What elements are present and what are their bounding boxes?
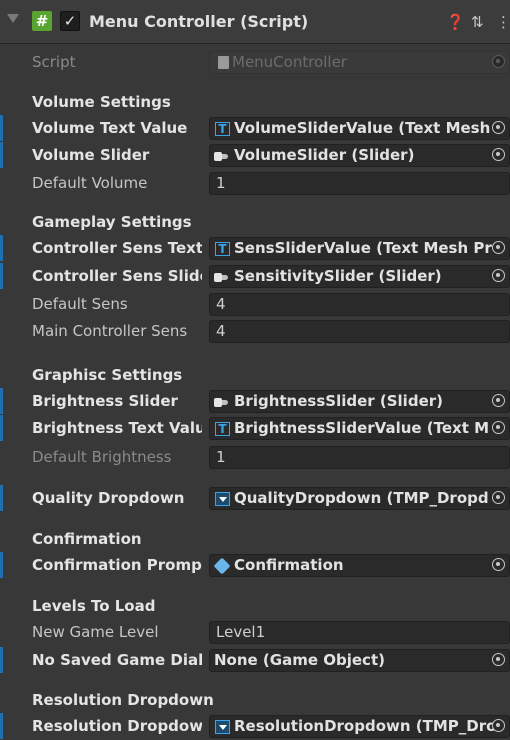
foldout-arrow-icon[interactable] [7, 14, 19, 23]
help-icon[interactable]: ❓ [446, 11, 465, 33]
default-sens-row: Default Sens 4 [0, 291, 510, 317]
resolution-dropdown-field[interactable]: ResolutionDropdown (TMP_Dro [209, 715, 510, 738]
default-sens-label: Default Sens [32, 295, 128, 313]
confirmation-prompt-row: Confirmation Prompt Confirmation [0, 552, 510, 578]
controller-sens-text-label: Controller Sens Text ' [32, 239, 202, 257]
presets-icon[interactable]: ⇅ [471, 11, 484, 33]
text-mesh-icon: T [215, 422, 230, 436]
volume-slider-ref: VolumeSlider (Slider) [234, 146, 415, 164]
controller-sens-slider-row: Controller Sens Slider SensitivitySlider… [0, 263, 510, 289]
resolution-dropdown-label: Resolution Dropdown [32, 717, 202, 735]
controller-sens-text-field[interactable]: T SensSliderValue (Text Mesh Pr [209, 237, 510, 260]
volume-slider-field[interactable]: VolumeSlider (Slider) [209, 144, 510, 167]
volume-text-value-row: Volume Text Value T VolumeSliderValue (T… [0, 115, 510, 141]
script-file-icon [218, 56, 229, 69]
quality-dropdown-ref: QualityDropdown (TMP_Dropd [234, 489, 489, 507]
object-picker-icon[interactable] [492, 558, 505, 571]
volume-slider-label: Volume Slider [32, 146, 150, 164]
new-game-level-label: New Game Level [32, 623, 159, 641]
slider-icon [214, 152, 228, 161]
component-title: Menu Controller (Script) [89, 12, 309, 31]
brightness-slider-field[interactable]: BrightnessSlider (Slider) [209, 390, 510, 413]
no-saved-game-dialog-label: No Saved Game Dialog [32, 651, 202, 669]
controller-sens-slider-ref: SensitivitySlider (Slider) [234, 267, 442, 285]
dropdown-icon [215, 492, 230, 506]
default-brightness-row: Default Brightness 1 [0, 444, 510, 470]
resolution-dropdown-row: Resolution Dropdown ResolutionDropdown (… [0, 713, 510, 739]
object-picker-icon[interactable] [492, 394, 505, 407]
object-picker-icon[interactable] [492, 269, 505, 282]
default-brightness-value: 1 [216, 448, 226, 466]
default-volume-input[interactable]: 1 [209, 172, 510, 195]
brightness-slider-row: Brightness Slider BrightnessSlider (Slid… [0, 388, 510, 414]
main-controller-sens-value: 4 [216, 322, 226, 340]
graphics-settings-header: Graphisc Settings [32, 366, 183, 384]
new-game-level-row: New Game Level Level1 [0, 619, 510, 645]
object-picker-icon[interactable] [492, 421, 505, 434]
controller-sens-text-row: Controller Sens Text ' T SensSliderValue… [0, 235, 510, 261]
slider-icon [214, 273, 228, 282]
volume-text-value-label: Volume Text Value [32, 119, 188, 137]
component-header[interactable]: # ✓ Menu Controller (Script) ❓ ⇅ ⋮ [0, 0, 510, 44]
controller-sens-text-ref: SensSliderValue (Text Mesh Pr [234, 239, 492, 257]
controller-sens-slider-field[interactable]: SensitivitySlider (Slider) [209, 265, 510, 288]
script-label: Script [32, 53, 76, 71]
no-saved-game-dialog-row: No Saved Game Dialog None (Game Object) [0, 647, 510, 673]
object-picker-icon[interactable] [492, 653, 505, 666]
object-picker-icon [492, 55, 505, 68]
volume-slider-row: Volume Slider VolumeSlider (Slider) [0, 142, 510, 168]
brightness-slider-label: Brightness Slider [32, 392, 178, 410]
confirmation-header: Confirmation [32, 530, 142, 548]
brightness-text-value-field[interactable]: T BrightnessSliderValue (Text M [209, 417, 510, 440]
default-sens-value: 4 [216, 295, 226, 313]
csharp-script-icon: # [32, 11, 52, 31]
object-picker-icon[interactable] [492, 719, 505, 732]
quality-dropdown-label: Quality Dropdown [32, 489, 185, 507]
default-sens-input[interactable]: 4 [209, 293, 510, 316]
main-controller-sens-row: Main Controller Sens 4 [0, 318, 510, 344]
brightness-text-value-ref: BrightnessSliderValue (Text M [234, 419, 490, 437]
volume-text-value-ref: VolumeSliderValue (Text Mesh [234, 119, 491, 137]
object-picker-icon[interactable] [492, 491, 505, 504]
confirmation-prompt-field[interactable]: Confirmation [209, 554, 510, 577]
script-row: Script MenuController [0, 49, 510, 75]
volume-settings-header: Volume Settings [32, 93, 171, 111]
confirmation-prompt-ref: Confirmation [234, 556, 344, 574]
confirmation-prompt-label: Confirmation Prompt [32, 556, 202, 574]
no-saved-game-dialog-ref: None (Game Object) [214, 651, 385, 669]
gameplay-settings-header: Gameplay Settings [32, 213, 192, 231]
no-saved-game-dialog-field[interactable]: None (Game Object) [209, 649, 510, 672]
slider-icon [214, 398, 228, 407]
default-brightness-input[interactable]: 1 [209, 446, 510, 469]
levels-to-load-header: Levels To Load [32, 597, 156, 615]
brightness-slider-ref: BrightnessSlider (Slider) [234, 392, 443, 410]
script-field: MenuController [209, 51, 510, 74]
controller-sens-slider-label: Controller Sens Slider [32, 267, 202, 285]
default-brightness-label: Default Brightness [32, 448, 172, 466]
dropdown-icon [215, 720, 230, 734]
new-game-level-value: Level1 [216, 623, 266, 641]
brightness-text-value-label: Brightness Text Value [32, 419, 202, 437]
game-object-icon [213, 557, 231, 575]
main-controller-sens-label: Main Controller Sens [32, 322, 188, 340]
default-volume-row: Default Volume 1 [0, 170, 510, 196]
new-game-level-input[interactable]: Level1 [209, 621, 510, 644]
resolution-dropdown-ref: ResolutionDropdown (TMP_Dro [234, 717, 497, 735]
default-volume-value: 1 [216, 174, 226, 192]
enabled-checkbox[interactable]: ✓ [60, 11, 80, 31]
quality-dropdown-field[interactable]: QualityDropdown (TMP_Dropd [209, 487, 510, 510]
text-mesh-icon: T [215, 122, 230, 136]
context-menu-icon[interactable]: ⋮ [496, 11, 510, 33]
text-mesh-icon: T [215, 242, 230, 256]
quality-dropdown-row: Quality Dropdown QualityDropdown (TMP_Dr… [0, 485, 510, 511]
object-picker-icon[interactable] [492, 241, 505, 254]
brightness-text-value-row: Brightness Text Value T BrightnessSlider… [0, 415, 510, 441]
main-controller-sens-input[interactable]: 4 [209, 320, 510, 343]
volume-text-value-field[interactable]: T VolumeSliderValue (Text Mesh [209, 117, 510, 140]
resolution-dropdown-header: Resolution Dropdown [32, 691, 214, 709]
default-volume-label: Default Volume [32, 174, 148, 192]
object-picker-icon[interactable] [492, 148, 505, 161]
script-value: MenuController [232, 53, 347, 71]
object-picker-icon[interactable] [492, 121, 505, 134]
